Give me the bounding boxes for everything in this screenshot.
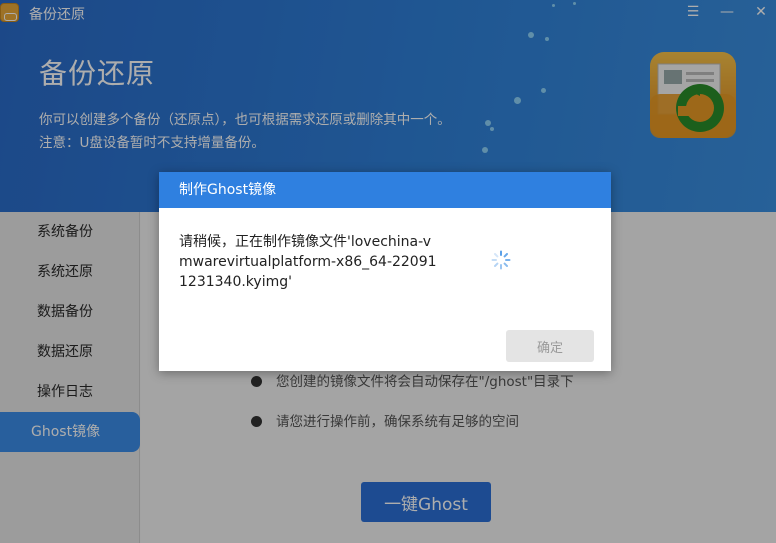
loading-spinner-icon xyxy=(491,250,511,270)
dialog-message: 请稍候，正在制作镜像文件'lovechina-vmwarevirtualplat… xyxy=(179,234,437,290)
ghost-image-dialog: 制作Ghost镜像 请稍候，正在制作镜像文件'lovechina-vmwarev… xyxy=(159,172,611,371)
dialog-title: 制作Ghost镜像 xyxy=(159,172,611,208)
ok-button[interactable]: 确定 xyxy=(506,330,594,362)
